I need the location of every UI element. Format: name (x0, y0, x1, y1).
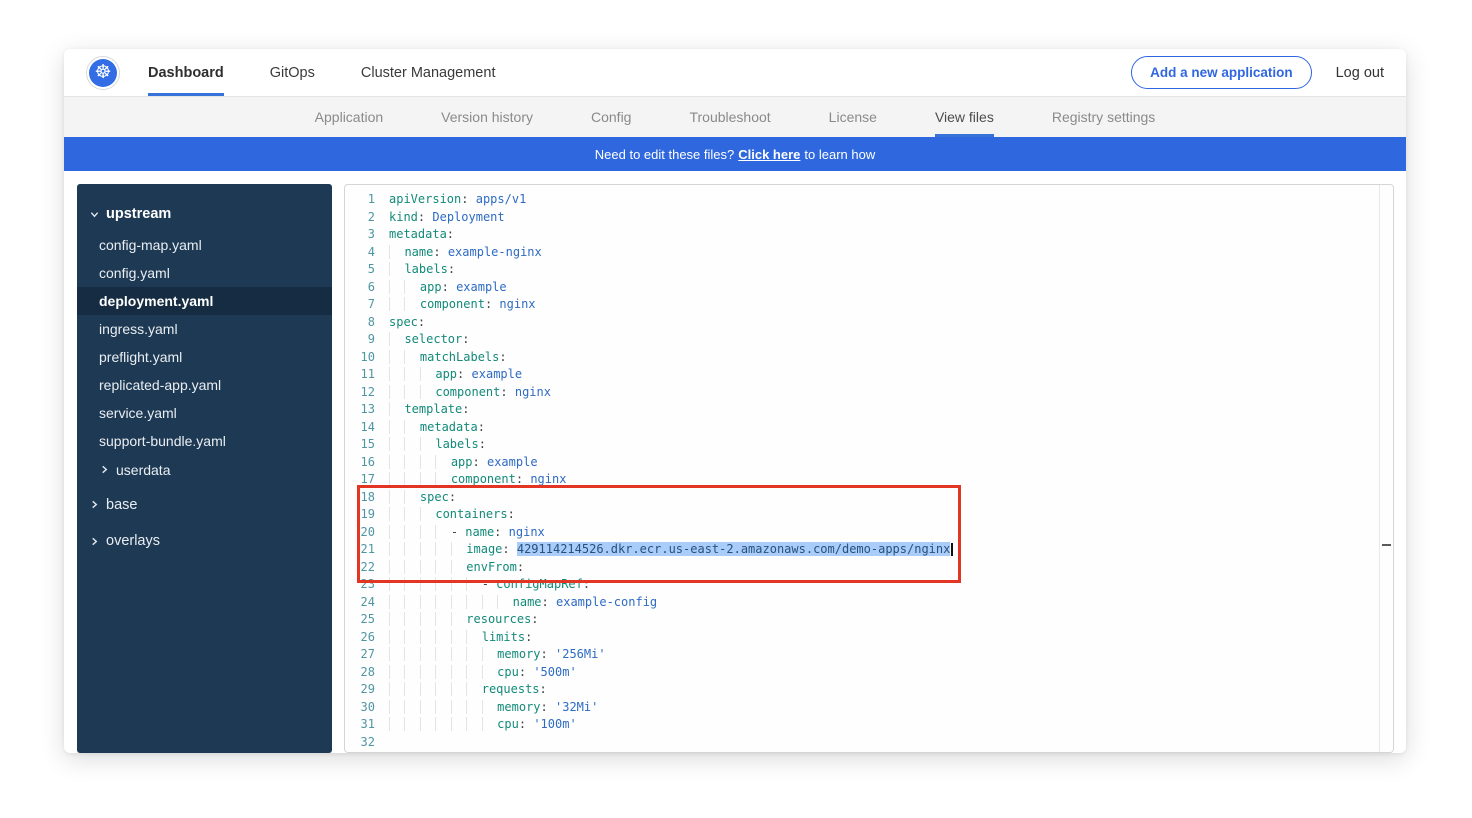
code-line[interactable]: 30 memory: '32Mi' (345, 699, 1379, 717)
code-line[interactable]: 4 name: example-nginx (345, 244, 1379, 262)
edit-files-banner: Need to edit these files? Click here to … (64, 137, 1406, 171)
code-line[interactable]: 17 component: nginx (345, 471, 1379, 489)
tree-folder-overlays[interactable]: overlays (77, 525, 332, 558)
tree-item-label: preflight.yaml (99, 350, 182, 364)
header-right: Add a new application Log out (1131, 56, 1384, 89)
code-line[interactable]: 15 labels: (345, 436, 1379, 454)
tree-folder-base[interactable]: base (77, 489, 332, 522)
tab-application[interactable]: Application (315, 97, 384, 137)
kubernetes-logo: ☸ (86, 56, 120, 90)
tree-item-label: support-bundle.yaml (99, 434, 226, 448)
nav-item-gitops[interactable]: GitOps (270, 49, 315, 96)
tree-item-label: service.yaml (99, 406, 177, 420)
nav-item-cluster-management[interactable]: Cluster Management (361, 49, 496, 96)
chevron-right-icon (87, 537, 101, 546)
tree-item-label: userdata (116, 463, 170, 477)
tree-file-deployment.yaml[interactable]: deployment.yaml (77, 287, 332, 315)
kubernetes-helm-icon: ☸ (89, 59, 117, 87)
code-line[interactable]: 12 component: nginx (345, 384, 1379, 402)
chevron-right-icon (87, 500, 101, 509)
cursor-position-marker (1382, 544, 1391, 546)
content-area: upstream config-map.yaml config.yaml deploy… (64, 171, 1406, 753)
banner-text-after: to learn how (804, 147, 875, 162)
tree-file-support-bundle.yaml[interactable]: support-bundle.yaml (77, 427, 332, 455)
code-line[interactable]: 10 matchLabels: (345, 349, 1379, 367)
main-nav: Dashboard GitOps Cluster Management (148, 49, 495, 96)
code-line[interactable]: 1apiVersion: apps/v1 (345, 191, 1379, 209)
code-line[interactable]: 28 cpu: '500m' (345, 664, 1379, 682)
tree-item-label: overlays (106, 534, 160, 549)
tree-file-ingress.yaml[interactable]: ingress.yaml (77, 315, 332, 343)
banner-click-here-link[interactable]: Click here (738, 147, 800, 162)
tab-license[interactable]: License (829, 97, 877, 137)
file-view-tabs: Application Version history Config Troubles… (64, 97, 1406, 137)
code-line[interactable]: 18 spec: (345, 489, 1379, 507)
code-line[interactable]: 31 cpu: '100m' (345, 716, 1379, 734)
code-line[interactable]: 32 (345, 734, 1379, 752)
code-line[interactable]: 14 metadata: (345, 419, 1379, 437)
top-header: ☸ Dashboard GitOps Cluster Management Add … (64, 49, 1406, 97)
code-line[interactable]: 16 app: example (345, 454, 1379, 472)
nav-item-dashboard[interactable]: Dashboard (148, 49, 224, 96)
code-area[interactable]: 1apiVersion: apps/v12kind: Deployment3me… (345, 185, 1379, 752)
code-line[interactable]: 21 image: 429114214526.dkr.ecr.us-east-2… (345, 541, 1379, 559)
tab-config[interactable]: Config (591, 97, 631, 137)
tree-item-label: deployment.yaml (99, 294, 213, 308)
code-line[interactable]: 5 labels: (345, 261, 1379, 279)
chevron-right-icon (97, 465, 111, 474)
tree-folder-upstream[interactable]: upstream (77, 198, 332, 231)
tree-item-label: base (106, 498, 137, 513)
tree-item-label: upstream (106, 207, 171, 222)
code-line[interactable]: 20 - name: nginx (345, 524, 1379, 542)
tree-file-config-map.yaml[interactable]: config-map.yaml (77, 231, 332, 259)
yaml-editor[interactable]: 1apiVersion: apps/v12kind: Deployment3me… (344, 184, 1394, 753)
code-line[interactable]: 24 name: example-config (345, 594, 1379, 612)
code-line[interactable]: 19 containers: (345, 506, 1379, 524)
tree-file-replicated-app.yaml[interactable]: replicated-app.yaml (77, 371, 332, 399)
tree-folder-userdata[interactable]: userdata (77, 455, 332, 485)
tab-registry-settings[interactable]: Registry settings (1052, 97, 1155, 137)
chevron-down-icon (87, 210, 101, 219)
tab-view-files[interactable]: View files (935, 97, 994, 137)
tree-file-preflight.yaml[interactable]: preflight.yaml (77, 343, 332, 371)
banner-text-before: Need to edit these files? (595, 147, 734, 162)
tab-version-history[interactable]: Version history (441, 97, 533, 137)
code-line[interactable]: 23 - configMapRef: (345, 576, 1379, 594)
code-line[interactable]: 27 memory: '256Mi' (345, 646, 1379, 664)
tree-item-label: config.yaml (99, 266, 170, 280)
code-line[interactable]: 3metadata: (345, 226, 1379, 244)
editor-scrollbar[interactable] (1379, 185, 1393, 752)
code-line[interactable]: 13 template: (345, 401, 1379, 419)
tab-troubleshoot[interactable]: Troubleshoot (689, 97, 770, 137)
code-line[interactable]: 8spec: (345, 314, 1379, 332)
file-tree-sidebar: upstream config-map.yaml config.yaml deploy… (77, 184, 332, 753)
code-line[interactable]: 7 component: nginx (345, 296, 1379, 314)
code-line[interactable]: 6 app: example (345, 279, 1379, 297)
code-line[interactable]: 25 resources: (345, 611, 1379, 629)
code-line[interactable]: 9 selector: (345, 331, 1379, 349)
tree-file-config.yaml[interactable]: config.yaml (77, 259, 332, 287)
code-line[interactable]: 26 limits: (345, 629, 1379, 647)
add-application-button[interactable]: Add a new application (1131, 56, 1312, 89)
selected-text: 429114214526.dkr.ecr.us-east-2.amazonaws… (517, 542, 950, 556)
code-line[interactable]: 11 app: example (345, 366, 1379, 384)
tree-item-label: replicated-app.yaml (99, 378, 221, 392)
tree-item-label: ingress.yaml (99, 322, 178, 336)
code-line[interactable]: 22 envFrom: (345, 559, 1379, 577)
tree-file-service.yaml[interactable]: service.yaml (77, 399, 332, 427)
code-line[interactable]: 29 requests: (345, 681, 1379, 699)
tree-item-label: config-map.yaml (99, 238, 202, 252)
logout-link[interactable]: Log out (1336, 65, 1384, 81)
admin-console-window: ☸ Dashboard GitOps Cluster Management Add … (64, 49, 1406, 753)
code-line[interactable]: 2kind: Deployment (345, 209, 1379, 227)
text-cursor (951, 543, 953, 556)
